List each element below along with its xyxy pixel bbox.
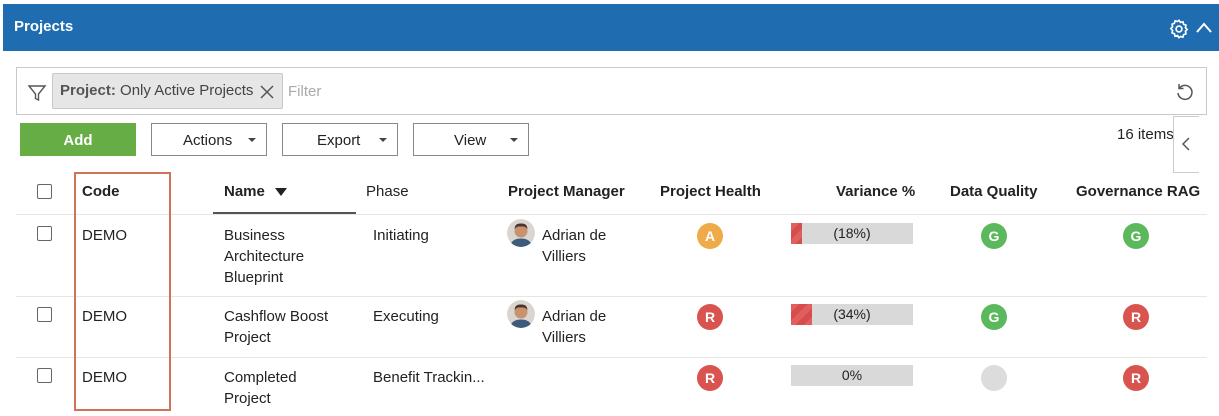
add-button-label: Add <box>63 132 93 149</box>
column-header-name[interactable]: Name <box>224 183 288 200</box>
column-header-phase[interactable]: Phase <box>366 183 409 200</box>
gear-icon[interactable] <box>1168 18 1190 40</box>
cell-manager-line: Villiers <box>542 248 586 265</box>
filter-bar: Project: Only Active Projects <box>16 67 1207 115</box>
column-header-manager[interactable]: Project Manager <box>508 183 625 200</box>
column-header-health[interactable]: Project Health <box>660 183 761 200</box>
actions-button-label: Actions <box>183 132 233 149</box>
cell-phase: Initiating <box>373 227 429 244</box>
cell-manager: Adrian de Villiers <box>542 225 606 267</box>
column-header-name-label: Name <box>224 183 265 200</box>
quality-badge: G <box>981 304 1007 330</box>
filter-input[interactable] <box>288 76 1148 106</box>
cell-name[interactable]: Completed Project <box>224 367 354 409</box>
export-button[interactable]: Export <box>282 123 398 156</box>
avatar <box>507 219 535 247</box>
caret-down-icon <box>248 138 256 142</box>
column-header-quality[interactable]: Data Quality <box>950 183 1038 200</box>
variance-bar: (18%) <box>791 223 913 244</box>
cell-phase: Executing <box>373 308 439 325</box>
cell-phase: Benefit Trackin... <box>373 369 485 386</box>
variance-text: 0% <box>841 367 863 383</box>
header-divider <box>16 214 1207 215</box>
filter-chip[interactable]: Project: Only Active Projects <box>52 73 283 109</box>
row-divider <box>16 296 1207 297</box>
cell-name[interactable]: Cashflow Boost Project <box>224 306 354 348</box>
actions-button[interactable]: Actions <box>151 123 267 156</box>
panel-title: Projects <box>14 18 74 35</box>
side-panel-toggle[interactable] <box>1173 116 1199 173</box>
caret-down-icon <box>510 138 518 142</box>
health-badge: A <box>697 223 723 249</box>
cell-name-line: Completed <box>224 369 297 386</box>
filter-chip-value: Only Active Projects <box>120 82 254 99</box>
view-button-label: View <box>454 132 487 149</box>
health-badge: R <box>697 304 723 330</box>
export-button-label: Export <box>317 132 361 149</box>
variance-text: (34%) <box>833 306 871 322</box>
caret-down-icon <box>379 138 387 142</box>
reset-icon[interactable] <box>1175 82 1195 102</box>
cell-manager-line: Adrian de <box>542 308 607 325</box>
quality-badge: G <box>981 223 1007 249</box>
cell-name-line: Business <box>224 227 285 244</box>
select-all-checkbox[interactable] <box>37 184 52 199</box>
cell-name-line: Project <box>224 390 271 407</box>
cell-name-line: Blueprint <box>224 269 284 286</box>
cell-manager: Adrian de Villiers <box>542 306 606 348</box>
column-header-variance[interactable]: Variance % <box>836 183 915 200</box>
filter-chip-key: Project: <box>60 82 116 99</box>
cell-manager-line: Adrian de <box>542 227 607 244</box>
quality-badge <box>981 365 1007 391</box>
variance-text: (18%) <box>833 225 871 241</box>
governance-badge: R <box>1123 304 1149 330</box>
row-divider <box>16 357 1207 358</box>
cell-name-line: Architecture <box>224 248 305 265</box>
chevron-left-icon <box>1182 137 1190 151</box>
governance-badge: G <box>1123 223 1149 249</box>
cell-name[interactable]: Business Architecture Blueprint <box>224 225 354 288</box>
cell-name-line: Project <box>224 329 271 346</box>
row-checkbox[interactable] <box>37 226 52 241</box>
cell-name-line: Cashflow Boost <box>224 308 329 325</box>
view-button[interactable]: View <box>413 123 529 156</box>
cell-manager-line: Villiers <box>542 329 586 346</box>
governance-badge: R <box>1123 365 1149 391</box>
health-badge: R <box>697 365 723 391</box>
row-checkbox[interactable] <box>37 307 52 322</box>
chevron-up-icon[interactable] <box>1194 20 1214 36</box>
variance-bar: 0% <box>791 365 913 386</box>
avatar <box>507 300 535 328</box>
close-icon[interactable] <box>260 85 274 99</box>
sort-desc-icon <box>275 188 288 196</box>
add-button[interactable]: Add <box>20 123 136 156</box>
code-column-highlight <box>74 172 171 411</box>
column-header-governance[interactable]: Governance RAG <box>1076 183 1200 200</box>
row-checkbox[interactable] <box>37 368 52 383</box>
filter-icon[interactable] <box>27 83 47 103</box>
variance-bar: (34%) <box>791 304 913 325</box>
item-count: 16 items <box>1117 126 1174 143</box>
panel-header: Projects <box>3 4 1219 51</box>
